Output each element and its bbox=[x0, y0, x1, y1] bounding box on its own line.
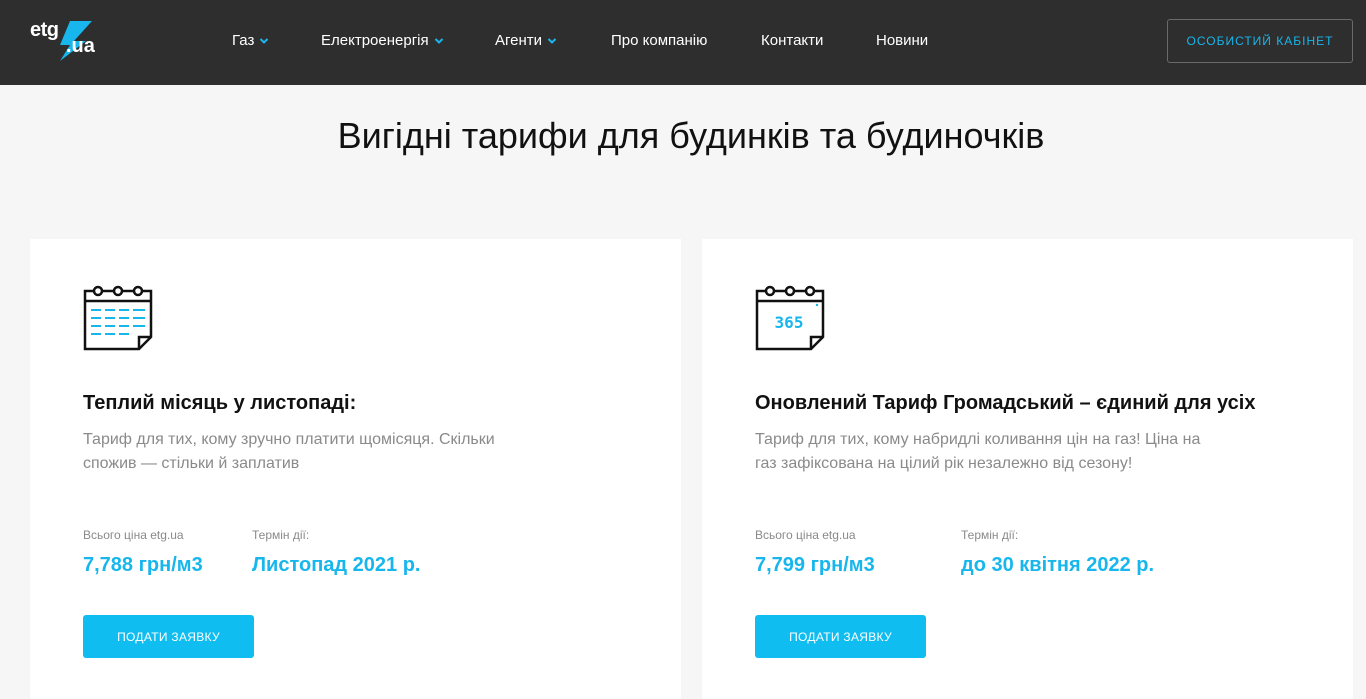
card-description: Тариф для тих, кому набридлі коливання ц… bbox=[755, 431, 1201, 472]
price-label: Всього ціна etg.ua bbox=[755, 528, 856, 542]
nav-item-contacts[interactable]: Контакти bbox=[761, 32, 823, 49]
etg-logo[interactable]: etg .ua bbox=[30, 19, 110, 63]
term-value: Листопад 2021 р. bbox=[252, 554, 421, 576]
personal-cabinet-button[interactable]: Особистий кабінет bbox=[1167, 19, 1353, 63]
nav-item-label: Контакти bbox=[761, 32, 824, 49]
tariff-card-monthly: Теплий місяць у листопаді: Тариф для тих… bbox=[30, 239, 681, 699]
calendar-month-icon bbox=[83, 285, 153, 351]
term-label: Термін дії: bbox=[961, 528, 1019, 542]
apply-button[interactable]: Подати заявку bbox=[83, 615, 254, 658]
logo-text-main: etg bbox=[30, 19, 59, 41]
card-description: Тариф для тих, кому зручно платити щоміс… bbox=[83, 431, 495, 472]
calendar-365-label: 365 bbox=[775, 313, 804, 332]
apply-button[interactable]: Подати заявку bbox=[755, 615, 926, 658]
nav-item-label: Агенти bbox=[495, 32, 543, 49]
nav-item-news[interactable]: Новини bbox=[876, 32, 928, 49]
page-title: Вигідні тарифи для будинків та будиночкі… bbox=[337, 115, 1045, 156]
nav-item-gas[interactable]: Газ bbox=[232, 32, 269, 49]
logo-text-domain: .ua bbox=[66, 35, 95, 57]
chevron-down-icon bbox=[547, 37, 557, 44]
chevron-down-icon bbox=[260, 37, 269, 44]
term-value: до 30 квітня 2022 р. bbox=[961, 554, 1155, 576]
price-value: 7,788 грн/м3 bbox=[83, 554, 203, 576]
nav-item-label: Про компанію bbox=[611, 32, 708, 49]
term-label: Термін дії: bbox=[252, 528, 310, 542]
tariff-card-annual: 365 Оновлений Тариф Громадський – єдиний… bbox=[702, 239, 1353, 699]
calendar-365-icon: 365 bbox=[755, 285, 825, 351]
nav-item-about[interactable]: Про компанію bbox=[611, 32, 707, 49]
nav-item-label: Газ bbox=[232, 32, 255, 49]
card-title: Оновлений Тариф Громадський – єдиний для… bbox=[755, 392, 1256, 414]
card-title: Теплий місяць у листопаді: bbox=[83, 392, 357, 414]
nav-item-agents[interactable]: Агенти bbox=[495, 32, 557, 49]
nav-item-electricity[interactable]: Електроенергія bbox=[321, 32, 444, 49]
chevron-down-icon bbox=[434, 37, 443, 44]
top-header: etg .ua Газ Електроенергія Агенти Про ко… bbox=[0, 0, 1366, 85]
nav-item-label: Електроенергія bbox=[321, 32, 429, 49]
nav-item-label: Новини bbox=[876, 32, 929, 49]
price-label: Всього ціна etg.ua bbox=[83, 528, 184, 542]
price-value: 7,799 грн/м3 bbox=[755, 554, 875, 576]
